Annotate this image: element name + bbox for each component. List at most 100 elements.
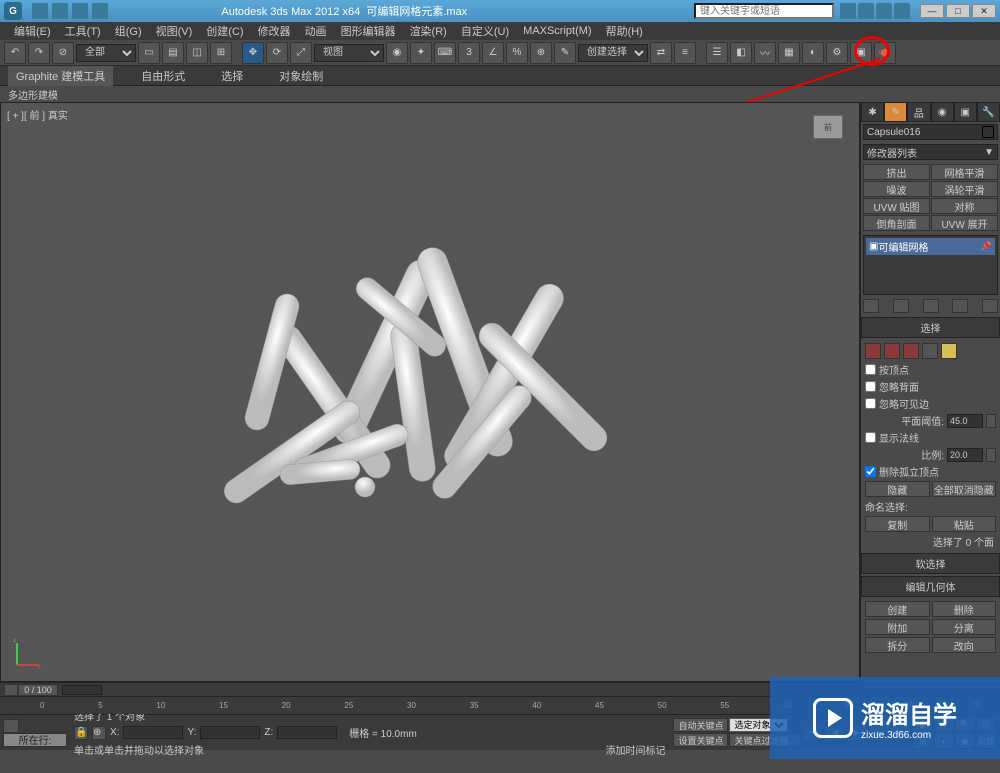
paste-button[interactable]: 粘贴 <box>932 516 997 532</box>
rollout-editgeom[interactable]: 编辑几何体 <box>861 576 1000 597</box>
named-selection-set[interactable]: 创建选择集 <box>578 44 648 62</box>
ignore-backfacing-checkbox[interactable] <box>865 381 876 392</box>
vertex-subobj-icon[interactable] <box>865 343 881 359</box>
menu-item[interactable]: 视图(V) <box>150 23 199 39</box>
help-icon[interactable] <box>876 3 892 19</box>
scale-icon[interactable]: ⤢ <box>290 42 312 64</box>
menu-item[interactable]: 修改器 <box>252 23 297 39</box>
percent-snap-icon[interactable]: % <box>506 42 528 64</box>
select-icon[interactable]: ▭ <box>138 42 160 64</box>
spinner-buttons[interactable] <box>986 448 996 462</box>
ignore-visible-checkbox[interactable] <box>865 398 876 409</box>
ribbon-panel-label[interactable]: 多边形建模 <box>8 87 58 102</box>
edit-named-sel-icon[interactable]: ✎ <box>554 42 576 64</box>
element-subobj-icon[interactable] <box>941 343 957 359</box>
object-name-field[interactable]: Capsule016 <box>863 124 998 140</box>
delete-iso-checkbox[interactable] <box>865 466 876 477</box>
viewport-front[interactable]: [ + ][ 前 ] 真实 前 <box>0 102 860 682</box>
close-button[interactable]: ✕ <box>972 4 996 18</box>
hierarchy-tab-icon[interactable]: 品 <box>907 102 930 122</box>
create-tab-icon[interactable]: ✱ <box>861 102 884 122</box>
menu-item[interactable]: 动画 <box>299 23 333 39</box>
mod-btn[interactable]: 涡轮平滑 <box>931 181 998 197</box>
ribbon-tab[interactable]: Graphite 建模工具 <box>8 66 113 86</box>
lock-selection-icon[interactable]: 🔒 <box>74 726 88 740</box>
turn-button[interactable]: 改向 <box>932 637 997 653</box>
mod-btn[interactable]: UVW 展开 <box>931 215 998 231</box>
face-subobj-icon[interactable] <box>903 343 919 359</box>
undo-icon[interactable]: ↶ <box>4 42 26 64</box>
mod-btn[interactable]: 倒角剖面 <box>863 215 930 231</box>
redo-icon[interactable]: ↷ <box>28 42 50 64</box>
time-slider-value[interactable]: 0 / 100 <box>18 684 58 696</box>
layer-icon[interactable]: ☰ <box>706 42 728 64</box>
selection-filter[interactable]: 全部 <box>76 44 136 62</box>
select-region-icon[interactable]: ◫ <box>186 42 208 64</box>
utilities-tab-icon[interactable]: 🔧 <box>977 102 1000 122</box>
stack-item[interactable]: ▣ 可编辑网格📌 <box>866 238 995 255</box>
show-end-icon[interactable] <box>893 299 909 313</box>
scale-spinner[interactable] <box>947 448 983 462</box>
y-coord-input[interactable] <box>200 726 260 739</box>
material-editor-icon[interactable]: ◐ <box>802 42 824 64</box>
keyboard-icon[interactable]: ⌨ <box>434 42 456 64</box>
mod-btn[interactable]: 对称 <box>931 198 998 214</box>
menu-item[interactable]: 工具(T) <box>59 23 107 39</box>
hide-button[interactable]: 隐藏 <box>865 481 930 497</box>
render-setup-icon[interactable]: ⚙ <box>826 42 848 64</box>
render-frame-icon[interactable]: ▣ <box>850 42 872 64</box>
select-name-icon[interactable]: ▤ <box>162 42 184 64</box>
modifier-list-dropdown[interactable]: 修改器列表▼ <box>863 144 998 160</box>
schematic-icon[interactable]: ▦ <box>778 42 800 64</box>
viewcube-icon[interactable]: 前 <box>813 115 843 139</box>
make-unique-icon[interactable] <box>923 299 939 313</box>
modify-tab-icon[interactable]: ✎ <box>884 102 907 122</box>
window-crossing-icon[interactable]: ⊞ <box>210 42 232 64</box>
menu-item[interactable]: 自定义(U) <box>455 23 515 39</box>
add-time-tag-button[interactable]: 添加时间标记 <box>605 742 665 757</box>
edge-subobj-icon[interactable] <box>884 343 900 359</box>
qat-icon[interactable] <box>32 3 48 19</box>
modifier-stack[interactable]: ▣ 可编辑网格📌 <box>863 235 998 295</box>
help-icon[interactable] <box>894 3 910 19</box>
spinner-snap-icon[interactable]: ⊕ <box>530 42 552 64</box>
menu-item[interactable]: 创建(C) <box>200 23 249 39</box>
qat-icon[interactable] <box>92 3 108 19</box>
render-icon[interactable]: 🫖 <box>874 42 896 64</box>
abs-rel-icon[interactable]: ⊕ <box>92 726 106 740</box>
qat-icon[interactable] <box>72 3 88 19</box>
show-normals-checkbox[interactable] <box>865 432 876 443</box>
rollout-softsel[interactable]: 软选择 <box>861 553 1000 574</box>
graphite-icon[interactable]: ◧ <box>730 42 752 64</box>
mirror-icon[interactable]: ⇄ <box>650 42 672 64</box>
align-icon[interactable]: ≡ <box>674 42 696 64</box>
motion-tab-icon[interactable]: ◉ <box>931 102 954 122</box>
manipulate-icon[interactable]: ✦ <box>410 42 432 64</box>
planar-thresh-spinner[interactable] <box>947 414 983 428</box>
mod-btn[interactable]: UVW 贴图 <box>863 198 930 214</box>
auto-key-button[interactable]: 自动关键点 <box>673 718 728 732</box>
poly-subobj-icon[interactable] <box>922 343 938 359</box>
pin-stack-icon[interactable] <box>863 299 879 313</box>
rollout-selection[interactable]: 选择 <box>861 317 1000 338</box>
ref-coord-system[interactable]: 视图 <box>314 44 384 62</box>
detach-button[interactable]: 分离 <box>932 619 997 635</box>
pivot-icon[interactable]: ◉ <box>386 42 408 64</box>
by-vertex-checkbox[interactable] <box>865 364 876 375</box>
ribbon-tab[interactable]: 自由形式 <box>133 66 193 86</box>
ribbon-tab[interactable]: 选择 <box>213 66 251 86</box>
menu-item[interactable]: 编辑(E) <box>8 23 57 39</box>
display-tab-icon[interactable]: ▣ <box>954 102 977 122</box>
menu-item[interactable]: 图形编辑器 <box>335 23 402 39</box>
angle-snap-icon[interactable]: ∠ <box>482 42 504 64</box>
set-key-button[interactable]: 设置关键点 <box>673 733 728 747</box>
menu-item[interactable]: MAXScript(M) <box>517 25 597 37</box>
unhide-all-button[interactable]: 全部取消隐藏 <box>932 481 997 497</box>
mod-btn[interactable]: 噪波 <box>863 181 930 197</box>
menu-item[interactable]: 帮助(H) <box>600 23 649 39</box>
remove-mod-icon[interactable] <box>952 299 968 313</box>
link-icon[interactable]: ⊘ <box>52 42 74 64</box>
menu-item[interactable]: 渲染(R) <box>404 23 453 39</box>
spinner-buttons[interactable] <box>986 414 996 428</box>
menu-item[interactable]: 组(G) <box>109 23 148 39</box>
